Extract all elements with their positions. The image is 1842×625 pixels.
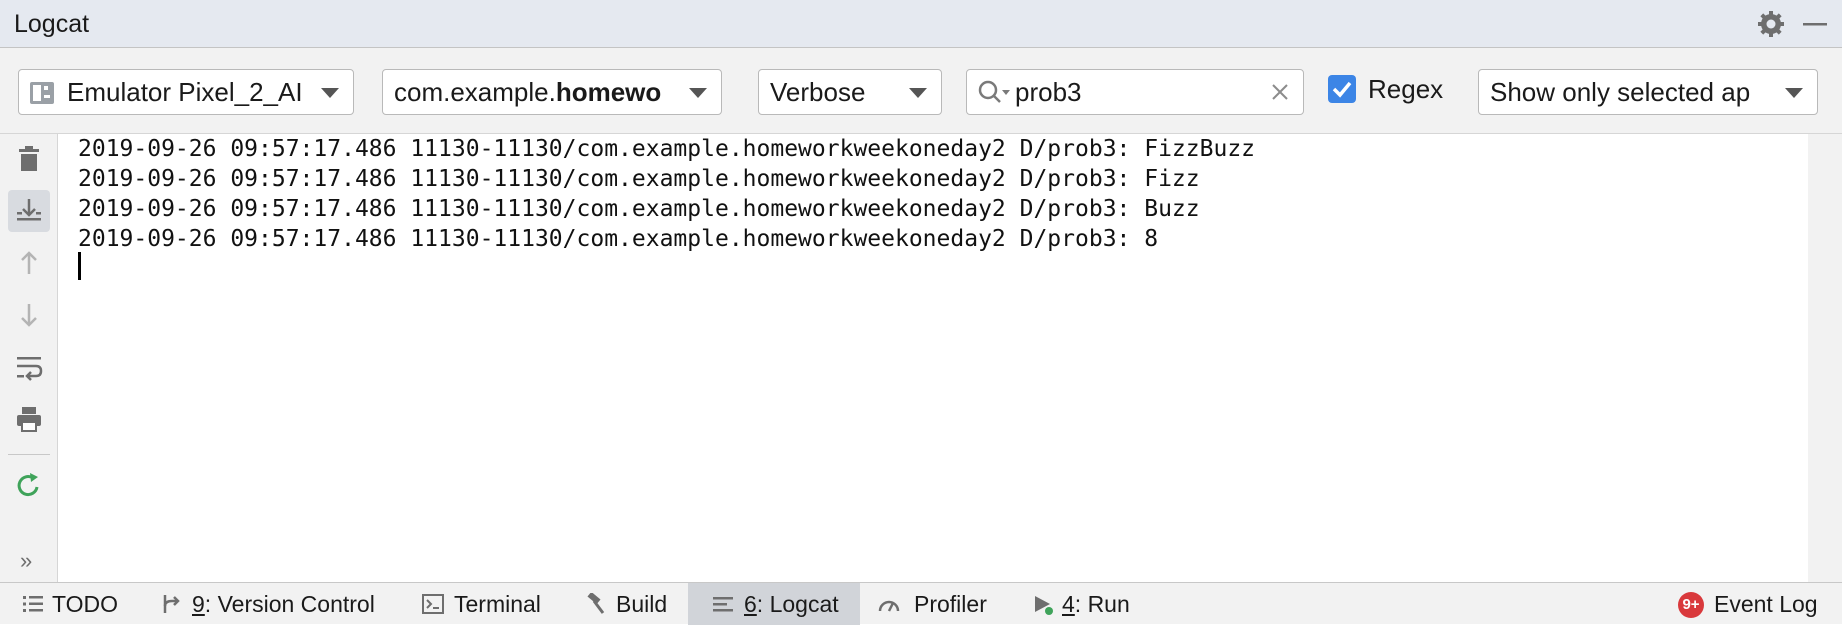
filter-selector[interactable]: Show only selected ap (1478, 69, 1818, 115)
next-occurrence-button[interactable] (8, 294, 50, 336)
vertical-scrollbar[interactable] (1808, 134, 1842, 582)
search-field[interactable]: prob3 (966, 69, 1304, 115)
toolbar-separator (8, 454, 50, 455)
run-icon (1035, 596, 1053, 615)
log-line: 2019-09-26 09:57:17.486 11130-11130/com.… (78, 196, 1200, 222)
minimize-icon[interactable] (1802, 9, 1828, 39)
clear-icon[interactable] (1271, 83, 1289, 101)
filter-selector-label: Show only selected ap (1490, 77, 1751, 107)
gauge-icon (878, 600, 900, 612)
terminal-icon (422, 594, 444, 614)
clear-logcat-button[interactable] (8, 138, 50, 180)
tab-event-log-label: Event Log (1714, 591, 1818, 617)
print-button[interactable] (8, 398, 50, 440)
tab-todo-label: TODO (52, 591, 119, 617)
trash-icon (19, 146, 39, 171)
notification-badge: 9+ (1678, 592, 1704, 618)
tab-terminal-label: Terminal (454, 591, 541, 617)
gear-icon[interactable] (1756, 9, 1786, 39)
tab-event-log[interactable]: 9+ Event Log (1678, 583, 1828, 625)
tool-window-bar: TODO 9: Version Control Terminal Build 6… (0, 582, 1842, 625)
soft-wrap-button[interactable] (8, 346, 50, 388)
log-level-selector[interactable]: Verbose (758, 69, 942, 115)
tab-profiler[interactable]: Profiler (878, 583, 998, 625)
more-actions-icon[interactable]: » (20, 548, 32, 574)
package-selector[interactable]: com.example.homewo (382, 69, 722, 115)
tab-logcat-label: 6: Logcat (744, 591, 839, 617)
logcat-output[interactable]: 2019-09-26 09:57:17.486 11130-11130/com.… (58, 134, 1808, 582)
tab-todo[interactable]: TODO (18, 583, 130, 625)
package-selector-label: com.example.homewo (394, 77, 662, 107)
logcat-lines-icon (713, 597, 733, 612)
scroll-to-end-icon (17, 199, 41, 221)
tab-version-control[interactable]: 9: Version Control (156, 583, 378, 625)
checkbox-checked-icon[interactable] (1328, 75, 1356, 103)
regex-label: Regex (1368, 74, 1444, 104)
log-level-label: Verbose (770, 77, 866, 107)
tab-logcat[interactable]: 6: Logcat (688, 583, 860, 625)
tab-run-label: 4: Run (1062, 591, 1130, 617)
search-icon (978, 80, 1010, 103)
tab-terminal[interactable]: Terminal (418, 583, 548, 625)
restart-button[interactable] (8, 464, 50, 506)
chevron-down-icon (689, 88, 707, 98)
chevron-down-icon (909, 88, 927, 98)
search-input[interactable]: prob3 (1015, 70, 1082, 114)
list-icon (23, 596, 43, 612)
soft-wrap-icon (17, 357, 43, 381)
tab-build-label: Build (616, 591, 668, 617)
tab-build[interactable]: Build (582, 583, 674, 625)
down-arrow-icon (21, 304, 37, 327)
device-selector-label: Emulator Pixel_2_AI (67, 77, 303, 107)
tool-window-title: Logcat (14, 10, 90, 38)
chevron-down-icon (1785, 88, 1803, 98)
up-arrow-icon (21, 251, 37, 274)
log-line: 2019-09-26 09:57:17.486 11130-11130/com.… (78, 226, 1159, 252)
tab-run[interactable]: 4: Run (1030, 583, 1142, 625)
restart-icon (17, 473, 39, 497)
hammer-icon (587, 593, 605, 614)
log-line: 2019-09-26 09:57:17.486 11130-11130/com.… (78, 166, 1200, 192)
vcs-branch-icon (163, 595, 180, 613)
scroll-to-end-button[interactable] (8, 190, 50, 232)
device-selector[interactable]: Emulator Pixel_2_AI (18, 69, 354, 115)
log-line: 2019-09-26 09:57:17.486 11130-11130/com.… (78, 136, 1256, 162)
previous-occurrence-button[interactable] (8, 242, 50, 284)
logcat-side-toolbar: » (0, 134, 58, 582)
tool-window-header: Logcat (0, 0, 1842, 48)
emulator-icon (30, 82, 54, 104)
tab-version-control-label: 9: Version Control (192, 591, 375, 617)
tab-profiler-label: Profiler (914, 591, 987, 617)
chevron-down-icon (321, 88, 339, 98)
logcat-toolbar: Emulator Pixel_2_AI com.example.homewo V… (0, 48, 1842, 134)
text-caret (78, 252, 81, 280)
print-icon (17, 407, 41, 432)
